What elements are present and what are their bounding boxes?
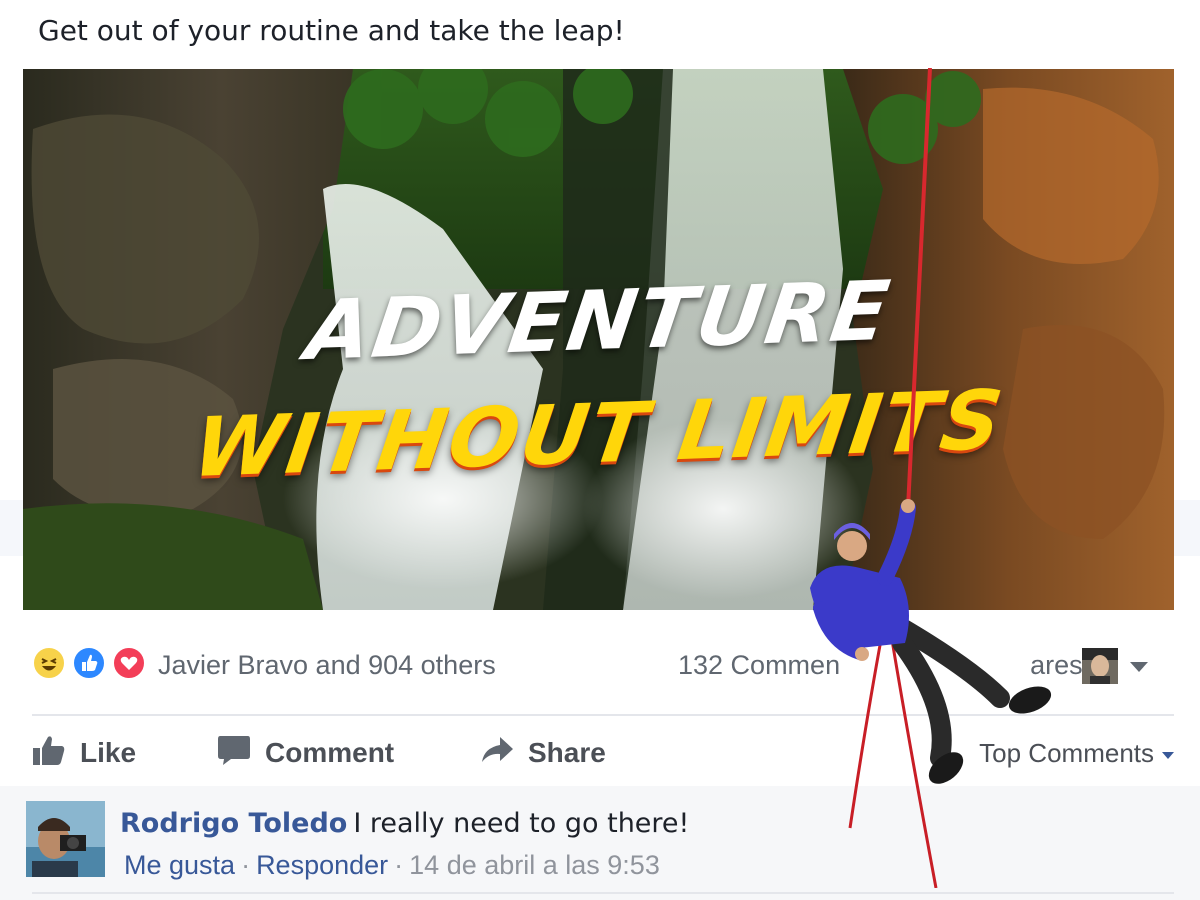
comment-share-counts[interactable]: 132 Commen ares <box>678 650 1083 681</box>
comment-button-label: Comment <box>265 737 395 768</box>
comment-section: Rodrigo Toledo I really need to go there!… <box>0 786 1200 900</box>
reactions-summary: Javier Bravo and 904 others 132 Commen ar… <box>32 640 1172 692</box>
likers-text[interactable]: Javier Bravo and 904 others <box>158 650 496 681</box>
post-caption: Get out of your routine and take the lea… <box>38 14 625 47</box>
meta-separator: · <box>394 850 404 880</box>
comment-timestamp[interactable]: 14 de abril a las 9:53 <box>409 850 660 880</box>
facebook-post: Get out of your routine and take the lea… <box>0 0 1200 900</box>
comment-sort-label: Top Comments <box>979 738 1154 768</box>
comment-text: I really need to go there! <box>353 808 690 839</box>
like-button-label: Like <box>80 737 137 768</box>
like-button[interactable]: Like <box>32 732 136 774</box>
viewer-chevron-down-icon[interactable] <box>1130 662 1148 672</box>
comment-count-text: 132 Commen <box>678 650 841 680</box>
thumbs-up-icon <box>32 734 66 773</box>
share-button[interactable]: Share <box>480 732 606 774</box>
love-icon <box>112 646 146 680</box>
viewer-avatar[interactable] <box>1082 648 1118 684</box>
divider <box>32 892 1174 894</box>
comment-sort-dropdown[interactable]: Top Comments <box>979 738 1174 769</box>
comment-bubble-icon <box>217 734 251 773</box>
share-button-label: Share <box>528 737 606 768</box>
comment-author-link[interactable]: Rodrigo Toledo <box>120 808 347 839</box>
like-icon <box>72 646 106 680</box>
reaction-icons[interactable] <box>32 646 150 682</box>
caret-down-icon <box>1162 751 1174 759</box>
post-image[interactable]: ADVENTURE WITHOUT LIMITS <box>23 69 1174 610</box>
comment-button[interactable]: Comment <box>217 732 394 774</box>
divider <box>32 714 1174 716</box>
meta-separator: · <box>241 850 251 880</box>
comment-reply-link[interactable]: Responder <box>256 850 388 880</box>
haha-icon <box>32 646 66 680</box>
post-actions: Like Comment Share Top Comments <box>32 726 1174 782</box>
comment-body: Rodrigo Toledo I really need to go there! <box>120 808 689 839</box>
comment-meta: Me gusta · Responder · 14 de abril a las 9:5… <box>124 850 660 881</box>
share-arrow-icon <box>480 735 514 772</box>
commenter-avatar[interactable] <box>26 801 105 877</box>
comment-like-link[interactable]: Me gusta <box>124 850 235 880</box>
share-count-text: ares <box>1030 650 1083 680</box>
